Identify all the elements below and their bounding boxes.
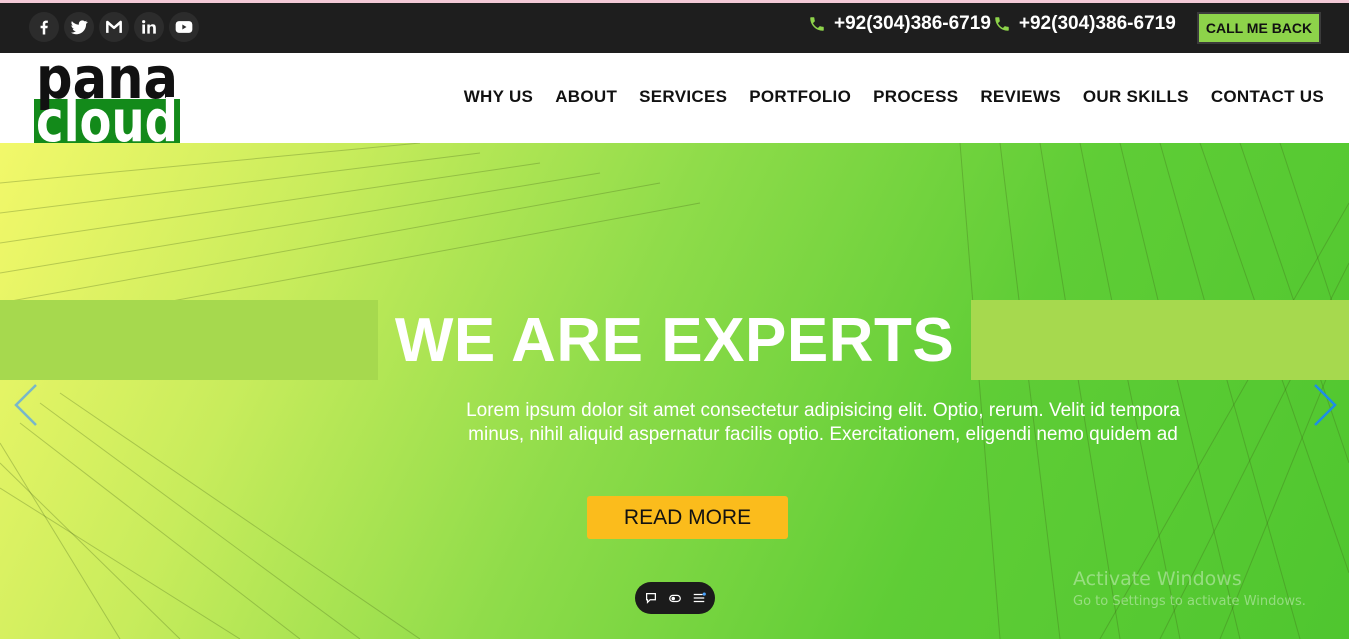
watermark-subtitle: Go to Settings to activate Windows. bbox=[1073, 594, 1306, 609]
hero-background-pattern bbox=[0, 143, 1349, 639]
toggle-icon[interactable] bbox=[668, 591, 682, 605]
twitter-icon[interactable] bbox=[64, 12, 94, 42]
top-bar: +92(304)386-6719 +92(304)386-6719 CALL M… bbox=[0, 3, 1349, 53]
phone-number: +92(304)386-6719 bbox=[1018, 13, 1176, 34]
nav-portfolio[interactable]: PORTFOLIO bbox=[749, 87, 851, 107]
hero-description-line: Lorem ipsum dolor sit amet consectetur a… bbox=[466, 400, 1180, 421]
floating-toolbar bbox=[635, 582, 715, 614]
title-band-right bbox=[971, 300, 1349, 380]
previous-slide-arrow-icon[interactable] bbox=[10, 381, 40, 429]
site-header: pana cloud WHY US ABOUT SERVICES PORTFOL… bbox=[0, 53, 1349, 143]
nav-about[interactable]: ABOUT bbox=[555, 87, 617, 107]
hero-description-line: minus, nihil aliquid aspernatur facilis … bbox=[468, 424, 1178, 445]
panacloud-logo[interactable]: pana cloud bbox=[34, 55, 180, 143]
logo-text-bottom: cloud bbox=[36, 87, 178, 143]
phone-icon bbox=[995, 17, 1009, 31]
youtube-icon[interactable] bbox=[169, 12, 199, 42]
menu-list-icon[interactable] bbox=[692, 591, 706, 605]
hero-title: WE ARE EXPERTS bbox=[394, 305, 955, 375]
phone-icon bbox=[810, 17, 824, 31]
nav-process[interactable]: PROCESS bbox=[873, 87, 958, 107]
phone-numbers: +92(304)386-6719 +92(304)386-6719 bbox=[808, 13, 1176, 35]
phone-number: +92(304)386-6719 bbox=[834, 13, 991, 34]
call-me-back-button[interactable]: CALL ME BACK bbox=[1197, 12, 1321, 44]
nav-contact-us[interactable]: CONTACT US bbox=[1211, 87, 1324, 107]
nav-reviews[interactable]: REVIEWS bbox=[980, 87, 1061, 107]
phone-contact[interactable]: +92(304)386-6719 bbox=[808, 13, 991, 35]
watermark-title: Activate Windows bbox=[1073, 568, 1242, 590]
main-navigation: WHY US ABOUT SERVICES PORTFOLIO PROCESS … bbox=[464, 87, 1324, 107]
windows-activation-watermark: Activate Windows Go to Settings to activ… bbox=[1073, 568, 1306, 609]
gmail-icon[interactable] bbox=[99, 12, 129, 42]
facebook-icon[interactable] bbox=[29, 12, 59, 42]
chat-bubble-icon[interactable] bbox=[644, 591, 658, 605]
next-slide-arrow-icon[interactable] bbox=[1311, 381, 1341, 429]
title-band-left bbox=[0, 300, 378, 380]
phone-contact[interactable]: +92(304)386-6719 bbox=[993, 13, 1176, 35]
nav-our-skills[interactable]: OUR SKILLS bbox=[1083, 87, 1189, 107]
social-links bbox=[29, 12, 199, 42]
nav-services[interactable]: SERVICES bbox=[639, 87, 727, 107]
hero-slider: WE ARE EXPERTS Lorem ipsum dolor sit ame… bbox=[0, 143, 1349, 639]
read-more-button[interactable]: READ MORE bbox=[587, 496, 788, 539]
hero-description: Lorem ipsum dolor sit amet consectetur a… bbox=[420, 399, 1226, 447]
nav-why-us[interactable]: WHY US bbox=[464, 87, 534, 107]
linkedin-icon[interactable] bbox=[134, 12, 164, 42]
